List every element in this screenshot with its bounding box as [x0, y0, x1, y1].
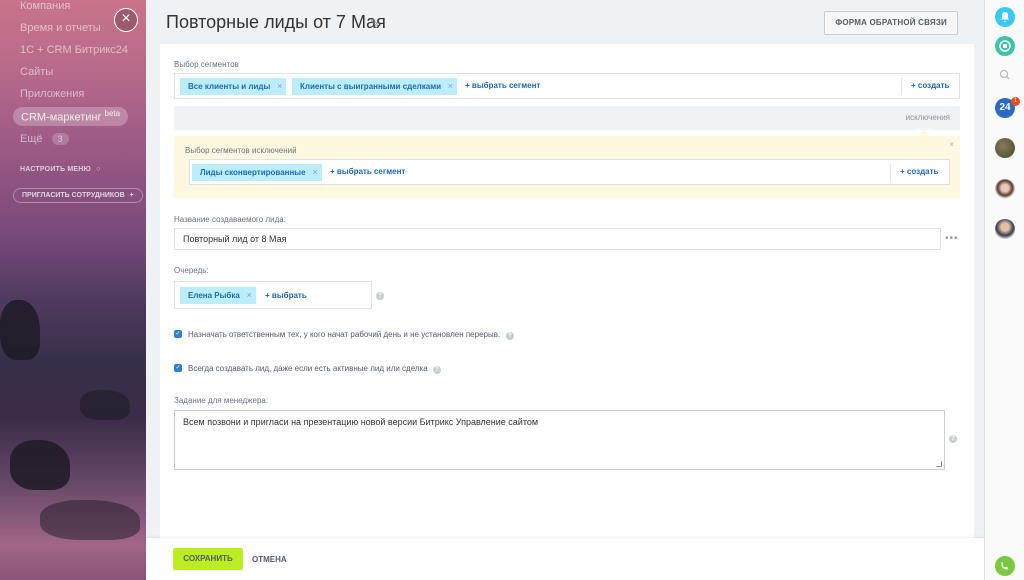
exclusion-tag[interactable]: Лиды сконвертированные × [192, 164, 322, 181]
footer-bar: СОХРАНИТЬ ОТМЕНА [146, 538, 984, 580]
close-icon[interactable]: × [949, 140, 954, 149]
segments-selector[interactable]: Все клиенты и лиды × Клиенты с выигранным… [174, 73, 960, 99]
menu-item-1c-crm[interactable]: 1С + CRM Битрикс24 [20, 44, 128, 56]
task-textarea[interactable]: Всем позвони и пригласи на презентацию н… [174, 410, 945, 470]
remove-icon[interactable]: × [312, 164, 317, 181]
invite-employees-button[interactable]: ПРИГЛАСИТЬ СОТРУДНИКОВ + [13, 188, 143, 203]
menu-item-time-reports[interactable]: Время и отчеты [20, 22, 101, 34]
left-menu: Компания Время и отчеты 1С + CRM Битрикс… [0, 0, 146, 580]
avatar[interactable] [995, 219, 1015, 239]
tag-label: Лиды сконвертированные [200, 168, 306, 177]
form-card: Выбор сегментов Все клиенты и лиды × Клие… [160, 44, 974, 538]
segment-tag[interactable]: Все клиенты и лиды × [180, 78, 287, 95]
feedback-form-button[interactable]: ФОРМА ОБРАТНОЙ СВЯЗИ [824, 11, 958, 35]
exclusions-label: Выбор сегментов исключений [185, 146, 297, 155]
chat-icon[interactable] [995, 36, 1015, 56]
configure-menu-label: НАСТРОИТЬ МЕНЮ [20, 166, 91, 173]
select-segment-link[interactable]: + выбрать сегмент [465, 81, 540, 90]
lead-name-label: Название создаваемого лида: [174, 215, 286, 224]
menu-item-label: CRM-маркетинг [21, 111, 102, 124]
count-badge: 3 [51, 133, 69, 145]
assign-working-label: Назначать ответственным тех, у кого нача… [188, 330, 501, 339]
queue-tag[interactable]: Елена Рыбка × [180, 287, 256, 304]
search-icon[interactable] [995, 65, 1015, 85]
select-queue-link[interactable]: + выбрать [265, 291, 307, 300]
close-icon[interactable]: × [114, 8, 138, 32]
lead-name-input[interactable]: Повторный лид от 8 Мая [174, 228, 941, 250]
menu-item-more[interactable]: Ещё 3 [20, 133, 69, 145]
always-create-label: Всегда создавать лид, даже если есть акт… [188, 364, 428, 373]
divider [890, 164, 891, 181]
slider-panel: Повторные лиды от 7 Мая ✎ ФОРМА ОБРАТНОЙ… [146, 0, 984, 580]
help-icon[interactable]: ? [433, 366, 441, 374]
queue-selector[interactable]: Елена Рыбка × + выбрать [174, 281, 372, 309]
menu-item-crm-marketing[interactable]: CRM-маркетинг beta [13, 107, 129, 126]
more-icon[interactable]: ••• [945, 233, 959, 244]
segment-tag[interactable]: Клиенты с выигранными сделками × [292, 78, 458, 95]
create-segment-link[interactable]: + создать [911, 81, 949, 90]
help-icon[interactable]: ? [949, 435, 957, 443]
gear-icon: ○ [96, 166, 101, 173]
remove-icon[interactable]: × [277, 78, 282, 95]
tag-label: Все клиенты и лиды [188, 82, 271, 91]
exclusions-area: × Выбор сегментов исключений Лиды сконве… [174, 136, 960, 198]
menu-item-company[interactable]: Компания [20, 0, 70, 12]
menu-item-label: Ещё [20, 133, 43, 145]
bell-icon[interactable] [995, 7, 1015, 27]
exclusions-selector[interactable]: Лиды сконвертированные × + выбрать сегмен… [189, 159, 950, 185]
segments-label: Выбор сегментов [174, 60, 239, 69]
pencil-icon[interactable]: ✎ [370, 17, 379, 30]
avatar[interactable] [995, 138, 1015, 158]
notification-badge: 1 [1011, 97, 1020, 106]
right-sidebar: 24 1 [984, 0, 1024, 580]
help-icon[interactable]: ? [506, 332, 514, 340]
tag-label: Елена Рыбка [188, 291, 240, 300]
menu-item-apps[interactable]: Приложения [20, 88, 84, 100]
remove-icon[interactable]: × [448, 78, 453, 95]
select-segment-link[interactable]: + выбрать сегмент [330, 167, 405, 176]
menu-item-sites[interactable]: Сайты [20, 66, 53, 78]
always-create-checkbox[interactable]: ✓ [174, 364, 182, 372]
plus-icon: + [129, 192, 134, 199]
configure-menu-link[interactable]: НАСТРОИТЬ МЕНЮ ○ [20, 166, 101, 173]
exclusions-tab-bar: исключения [174, 106, 960, 130]
queue-label: Очередь: [174, 266, 209, 275]
assign-working-checkbox[interactable]: ✓ [174, 330, 182, 338]
remove-icon[interactable]: × [247, 287, 252, 304]
save-button[interactable]: СОХРАНИТЬ [173, 548, 243, 570]
beta-label: beta [104, 109, 121, 118]
tag-label: Клиенты с выигранными сделками [300, 82, 442, 91]
divider [901, 78, 902, 95]
task-text: Всем позвони и пригласи на презентацию н… [183, 417, 539, 427]
page-title: Повторные лиды от 7 Мая [166, 12, 386, 32]
resize-handle[interactable] [936, 461, 942, 467]
phone-icon[interactable] [995, 556, 1015, 576]
create-segment-link[interactable]: + создать [900, 167, 938, 176]
invite-label: ПРИГЛАСИТЬ СОТРУДНИКОВ [22, 192, 125, 199]
exclusions-tab[interactable]: исключения [906, 113, 950, 122]
avatar[interactable] [995, 179, 1015, 199]
help-icon[interactable]: ? [376, 292, 384, 300]
task-label: Задание для менеджера: [174, 396, 269, 405]
cancel-button[interactable]: ОТМЕНА [252, 555, 287, 564]
